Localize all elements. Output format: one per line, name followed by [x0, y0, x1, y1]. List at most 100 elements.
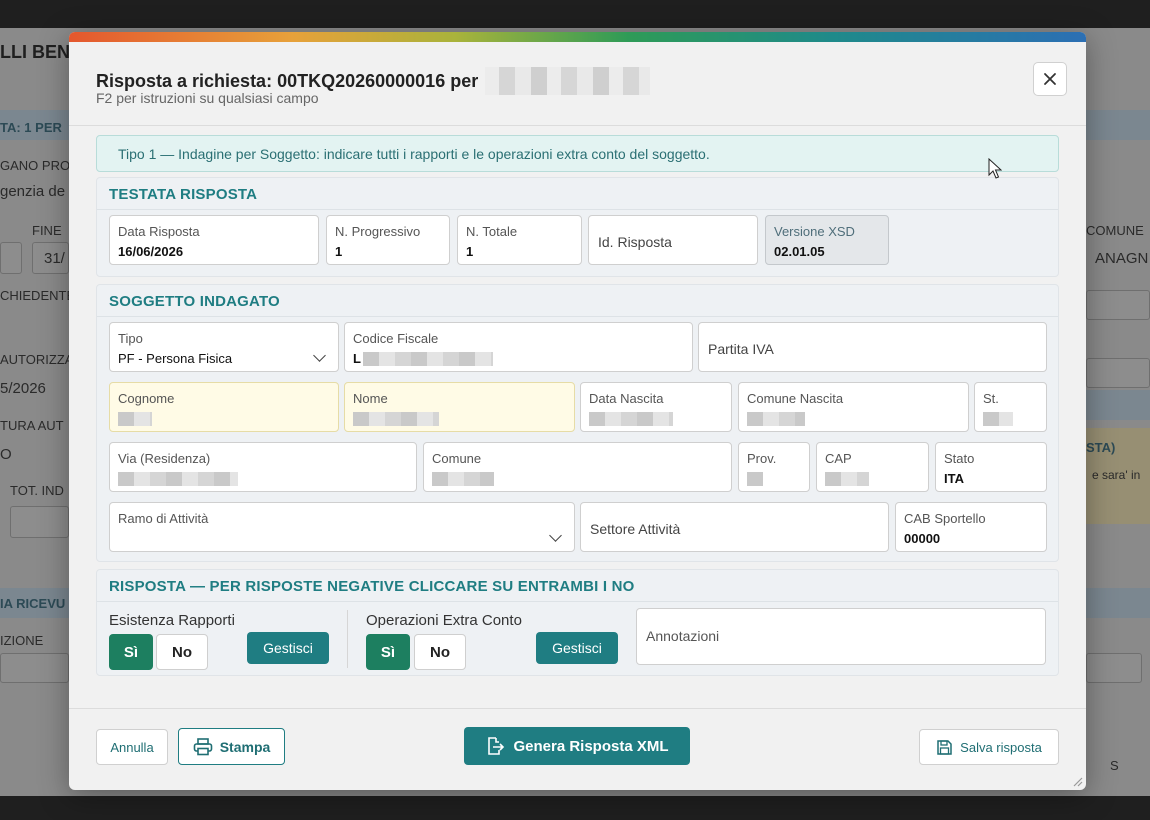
esistenza-si-button[interactable]: Sì — [109, 634, 153, 670]
info-banner: Tipo 1 — Indagine per Soggetto: indicare… — [96, 135, 1059, 172]
modal-subtitle: F2 per istruzioni su qualsiasi campo — [96, 90, 319, 106]
close-icon — [1044, 73, 1056, 85]
n-progressivo-field[interactable]: N. Progressivo 1 — [326, 215, 450, 265]
settore-attivita-field[interactable]: Settore Attività — [580, 502, 889, 552]
codice-fiscale-field[interactable]: Codice Fiscale L — [344, 322, 693, 372]
bg-band — [1086, 390, 1150, 420]
comune-nascita-field[interactable]: Comune Nascita — [738, 382, 969, 432]
chevron-down-icon — [549, 529, 562, 542]
field-label: Codice Fiscale — [353, 331, 439, 346]
ramo-attivita-select[interactable]: Ramo di Attività — [109, 502, 575, 552]
bg-text: 5/2026 — [0, 380, 46, 397]
field-label: Versione XSD — [774, 224, 855, 239]
annulla-button[interactable]: Annulla — [96, 729, 168, 765]
field-placeholder: Id. Risposta — [598, 234, 672, 250]
bg-text: S — [1110, 758, 1119, 773]
browser-top-strip — [0, 0, 1150, 28]
versione-xsd-field: Versione XSD 02.01.05 — [765, 215, 889, 265]
field-value: 1 — [335, 244, 343, 259]
annotazioni-field[interactable]: Annotazioni — [636, 608, 1046, 665]
bg-band — [1086, 588, 1150, 618]
stampa-button[interactable]: Stampa — [178, 728, 285, 765]
bg-text: ANAGN — [1095, 250, 1149, 267]
file-export-icon — [488, 737, 505, 755]
genera-xml-button[interactable]: Genera Risposta XML — [464, 727, 690, 765]
field-value: 02.01.05 — [774, 244, 825, 259]
field-value: 1 — [466, 244, 474, 259]
field-label: Data Risposta — [118, 224, 200, 239]
esistenza-no-button[interactable]: No — [156, 634, 208, 670]
genera-xml-label: Genera Risposta XML — [513, 737, 669, 755]
bg-box — [0, 653, 69, 683]
field-label: Tipo — [118, 331, 143, 346]
id-risposta-field[interactable]: Id. Risposta — [588, 215, 758, 265]
field-label: CAP — [825, 451, 852, 466]
section-risposta: RISPOSTA — PER RISPOSTE NEGATIVE CLICCAR… — [96, 569, 1059, 676]
section-title-testata: TESTATA RISPOSTA — [97, 178, 1058, 210]
field-label: Comune Nascita — [747, 391, 844, 406]
bg-heading: LLI BEN — [0, 42, 70, 62]
divider — [347, 610, 348, 668]
redacted-value — [825, 472, 869, 486]
bg-box — [1086, 358, 1150, 388]
st-field[interactable]: St. — [974, 382, 1047, 432]
field-label: Prov. — [747, 451, 777, 466]
field-value: ITA — [944, 471, 964, 486]
printer-icon — [193, 737, 213, 755]
bg-text: COMUNE — [1086, 223, 1144, 238]
field-label: N. Progressivo — [335, 224, 421, 239]
nome-field[interactable]: Nome — [344, 382, 575, 432]
operazioni-gestisci-button[interactable]: Gestisci — [536, 632, 618, 664]
field-value: 00000 — [904, 531, 941, 546]
bg-text: AUTORIZZA — [0, 352, 74, 367]
field-value: PF - Persona Fisica — [118, 351, 233, 366]
redacted-value — [983, 412, 1013, 426]
redacted-value — [363, 352, 493, 366]
bg-text: STA) — [1086, 440, 1116, 455]
bg-text: GANO PRO — [0, 158, 71, 173]
modal-title-text: Risposta a richiesta: 00TKQ20260000016 p… — [96, 71, 479, 91]
esistenza-gestisci-button[interactable]: Gestisci — [247, 632, 329, 664]
modal-accent-bar — [69, 32, 1086, 42]
redacted-value — [353, 412, 439, 426]
section-title-soggetto: SOGGETTO INDAGATO — [97, 285, 1058, 317]
comune-field[interactable]: Comune — [423, 442, 732, 492]
field-label: Ramo di Attività — [118, 511, 209, 526]
n-totale-field[interactable]: N. Totale 1 — [457, 215, 582, 265]
mouse-cursor-icon — [988, 158, 1002, 179]
field-placeholder: Partita IVA — [708, 341, 774, 357]
stampa-label: Stampa — [219, 738, 271, 755]
operazioni-si-button[interactable]: Sì — [366, 634, 410, 670]
bg-text: TURA AUT — [0, 418, 64, 433]
bg-band — [1086, 110, 1150, 140]
save-icon — [937, 739, 952, 755]
section-title-risposta: RISPOSTA — PER RISPOSTE NEGATIVE CLICCAR… — [97, 570, 1058, 602]
operazioni-no-button[interactable]: No — [414, 634, 466, 670]
data-risposta-field[interactable]: Data Risposta 16/06/2026 — [109, 215, 319, 265]
cap-field[interactable]: CAP — [816, 442, 929, 492]
field-label: Stato — [944, 451, 975, 466]
close-button[interactable] — [1033, 62, 1067, 96]
via-residenza-field[interactable]: Via (Residenza) — [109, 442, 417, 492]
cab-sportello-field[interactable]: CAB Sportello 00000 — [895, 502, 1047, 552]
bg-text: TOT. IND — [10, 483, 64, 498]
stato-field[interactable]: Stato ITA — [935, 442, 1047, 492]
cognome-field[interactable]: Cognome — [109, 382, 339, 432]
field-label: Comune — [432, 451, 482, 466]
salva-label: Salva risposta — [960, 739, 1042, 755]
redacted-value — [747, 412, 805, 426]
salva-risposta-button[interactable]: Salva risposta — [919, 729, 1059, 765]
partita-iva-field[interactable]: Partita IVA — [698, 322, 1047, 372]
bg-box — [0, 242, 22, 274]
field-label: Data Nascita — [589, 391, 664, 406]
data-nascita-field[interactable]: Data Nascita — [580, 382, 732, 432]
bg-text: IA RICEVU — [0, 596, 66, 611]
prov-field[interactable]: Prov. — [738, 442, 810, 492]
section-soggetto: SOGGETTO INDAGATO Tipo PF - Persona Fisi… — [96, 284, 1059, 562]
bg-text: FINE — [32, 223, 62, 238]
tipo-select[interactable]: Tipo PF - Persona Fisica — [109, 322, 339, 372]
bg-text: CHIEDENTE — [0, 288, 76, 303]
redacted-value — [118, 472, 238, 486]
redacted-value — [118, 412, 152, 426]
resize-handle-icon[interactable] — [1071, 775, 1083, 787]
